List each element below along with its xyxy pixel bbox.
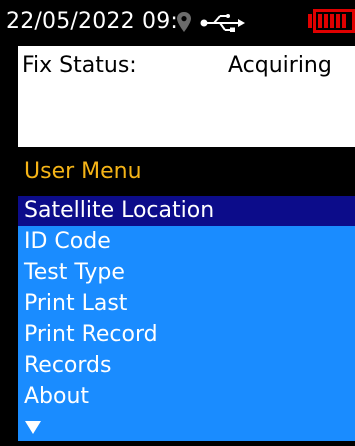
location-pin-icon <box>177 12 191 32</box>
fix-status-label: Fix Status: <box>22 53 137 78</box>
datetime: 22/05/2022 09: <box>6 9 178 34</box>
menu-item-label: Test Type <box>24 260 125 285</box>
menu-item-label: Print Record <box>24 322 158 347</box>
menu-item-test-type[interactable]: Test Type <box>18 258 355 288</box>
menu-item-print-record[interactable]: Print Record <box>18 320 355 350</box>
menu-item-label: About <box>24 384 90 409</box>
menu-item-label: ID Code <box>24 229 111 254</box>
menu-item-label: Records <box>24 353 112 378</box>
menu-item-label: Satellite Location <box>24 198 215 223</box>
fix-status-value: Acquiring <box>228 53 332 78</box>
down-arrow-icon[interactable] <box>24 419 42 435</box>
menu-item-about[interactable]: About <box>18 382 355 412</box>
menu-item-records[interactable]: Records <box>18 351 355 381</box>
menu-item-print-last[interactable]: Print Last <box>18 289 355 319</box>
usb-icon <box>200 14 245 32</box>
menu-item-id-code[interactable]: ID Code <box>18 227 355 257</box>
menu-item-satellite-location[interactable]: Satellite Location <box>18 196 355 226</box>
status-bar: 22/05/2022 09: <box>0 0 355 46</box>
device-screen: 22/05/2022 09: Fix Status: Acquiring Use… <box>0 0 355 446</box>
menu-item-label: Print Last <box>24 291 128 316</box>
menu-title: User Menu <box>24 159 142 184</box>
battery-icon <box>308 9 355 33</box>
fix-status-panel: Fix Status: Acquiring <box>18 46 355 147</box>
menu-list: Satellite Location ID Code Test Type Pri… <box>18 196 355 441</box>
